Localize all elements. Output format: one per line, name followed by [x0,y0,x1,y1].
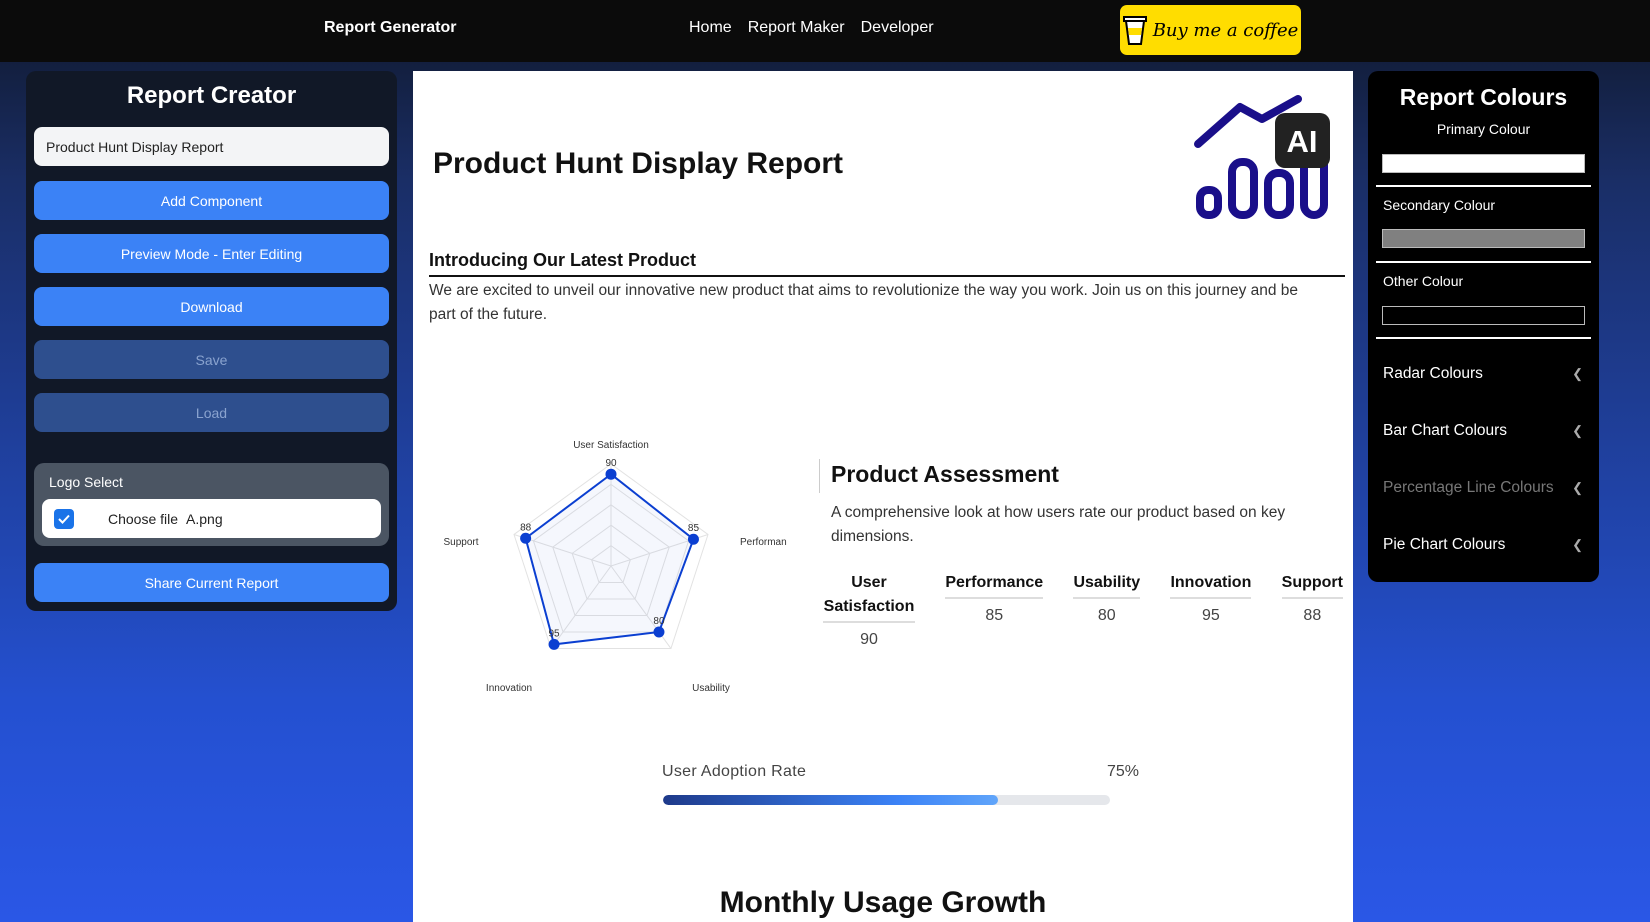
coffee-cup-icon [1122,16,1147,45]
radar-point [653,626,665,638]
metric-innovation: Innovation 95 [1170,571,1252,649]
divider [1376,261,1591,263]
adoption-progress-bar [663,795,1110,805]
chevron-left-icon: ❮ [1572,366,1583,381]
secondary-colour-swatch[interactable] [1382,229,1585,248]
buy-me-a-coffee-button[interactable]: Buy me a coffee [1120,5,1301,55]
logo-select-label: Logo Select [49,474,123,490]
panel-title: Report Creator [126,82,297,109]
file-name: A.png [186,510,223,527]
ai-chart-logo: AI [1194,95,1330,219]
metric-value: 90 [860,631,878,648]
add-component-button[interactable]: Add Component [34,181,389,220]
nav-report-maker-link[interactable]: Report Maker [748,19,845,37]
primary-colour-swatch[interactable] [1382,154,1585,173]
metric-value: 95 [1202,607,1220,624]
radar-point [520,532,532,544]
other-colour-swatch[interactable] [1382,306,1585,325]
metric-value: 80 [1097,607,1116,624]
divider [1376,185,1591,187]
logo-checkbox[interactable] [54,508,74,529]
report-title-input[interactable] [34,127,389,166]
accordion-label: Percentage Line Colours [1383,479,1554,496]
save-button[interactable]: Save [34,340,389,379]
radar-value-label: 88 [520,522,532,533]
metric-name: Innovation [1170,571,1252,599]
ai-badge-text: AI [1287,124,1318,159]
adoption-label: User Adoption Rate [662,763,807,780]
share-report-button[interactable]: Share Current Report [34,563,389,602]
download-button[interactable]: Download [34,287,389,326]
metric-performance: Performance 85 [945,571,1044,649]
metric-usability: Usability 80 [1073,571,1141,649]
radar-axis-label: User Satisfaction [573,440,649,451]
report-creator-panel: Report Creator Add Component Preview Mod… [26,71,397,611]
load-button[interactable]: Load [34,393,389,432]
metric-name: User Satisfaction [823,571,915,623]
top-navbar: Report Generator Home Report Maker Devel… [0,0,1650,62]
metric-name: Support [1281,571,1343,599]
radar-chart: 90 85 80 95 88 User Satisfaction Performan Usab… [443,440,787,694]
radar-axis-label: Support [443,537,478,548]
coffee-label: Buy me a coffee [1152,19,1299,41]
accordion-label: Pie Chart Colours [1383,536,1506,553]
radar-value-label: 85 [688,523,700,534]
radar-axis-label: Innovation [486,683,532,694]
report-title: Product Hunt Display Report [433,147,844,180]
nav-developer-link[interactable]: Developer [861,19,934,37]
chevron-left-icon: ❮ [1572,537,1583,552]
colours-title: Report Colours [1399,84,1568,110]
nav-home-link[interactable]: Home [689,19,732,37]
adoption-progress-fill [663,795,999,805]
radar-point [687,533,699,545]
check-icon [58,514,70,524]
logo-select-box: Logo Select Choose file A.png [34,463,389,546]
secondary-colour-label: Secondary Colour [1383,197,1496,213]
radar-point [605,468,617,480]
accordion-label: Bar Chart Colours [1383,422,1508,439]
report-canvas: Product Hunt Display Report AI Introduci… [413,71,1353,922]
other-colour-label: Other Colour [1383,273,1464,289]
pie-chart-colours-accordion[interactable]: Pie Chart Colours ❮ [1383,536,1583,554]
accordion-label: Radar Colours [1383,365,1483,382]
choose-file-button[interactable]: Choose file [108,511,178,527]
radar-colours-accordion[interactable]: Radar Colours ❮ [1383,365,1583,383]
file-picker[interactable]: Choose file A.png [42,499,381,538]
adoption-percent: 75% [1106,763,1139,780]
chevron-left-icon: ❮ [1572,423,1583,438]
brand-link[interactable]: Report Generator [324,19,456,37]
radar-value-label: 80 [653,616,665,627]
chevron-left-icon: ❮ [1572,480,1583,495]
radar-value-label: 90 [605,458,617,469]
report-colours-panel: Report Colours Primary Colour Secondary … [1368,71,1599,582]
nav-links: Home Report Maker Developer [689,19,934,37]
metric-value: 88 [1303,607,1322,624]
intro-text: We are excited to unveil our innovative … [429,282,1299,323]
intro-heading: Introducing Our Latest Product [429,250,1345,277]
metrics-table: User Satisfaction 90 Performance 85 Usab… [823,571,1343,649]
radar-axis-label: Performan [740,537,787,548]
assessment-text: A comprehensive look at how users rate o… [831,504,1286,545]
assessment-heading: Product Assessment [831,461,1059,487]
preview-mode-button[interactable]: Preview Mode - Enter Editing [34,234,389,273]
growth-heading: Monthly Usage Growth [719,886,1047,919]
percentage-line-colours-accordion[interactable]: Percentage Line Colours ❮ [1383,479,1583,497]
primary-colour-label: Primary Colour [1436,121,1531,137]
metric-value: 85 [985,607,1004,624]
metric-name: Usability [1073,571,1141,599]
metric-name: Performance [945,571,1044,599]
radar-axis-label: Usability [692,683,730,694]
metric-user-satisfaction: User Satisfaction 90 [823,571,915,649]
radar-value-label: 95 [548,628,560,639]
bar-chart-colours-accordion[interactable]: Bar Chart Colours ❮ [1383,422,1583,440]
radar-series-area [524,472,695,646]
metric-support: Support 88 [1281,571,1343,649]
radar-point [548,638,560,650]
divider [1376,337,1591,339]
